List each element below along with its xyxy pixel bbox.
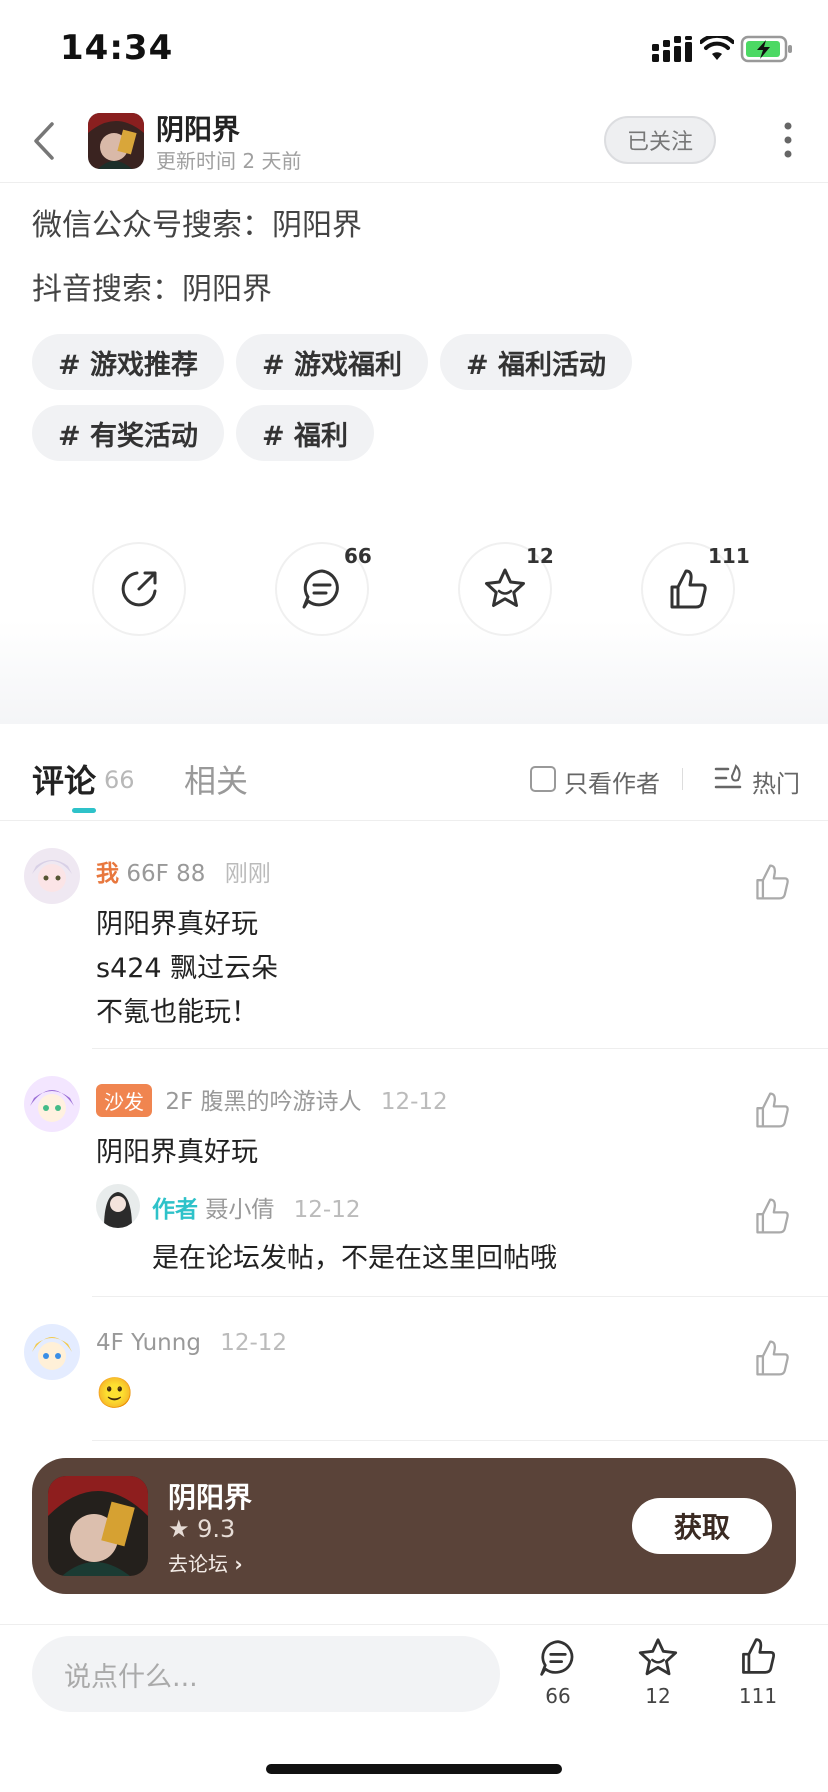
share-icon: [121, 571, 157, 607]
tag-prize-events[interactable]: # 有奖活动: [32, 405, 225, 461]
comment-emoji: 🙂: [96, 1376, 134, 1411]
sort-divider: [682, 768, 683, 790]
author-badge: 作者: [152, 1197, 198, 1223]
comment-text-line: 阴阳界真好玩: [96, 1137, 258, 1168]
tag-game-recommend[interactable]: # 游戏推荐: [32, 334, 225, 390]
status-time: 14:34: [60, 28, 174, 68]
avatar[interactable]: [96, 1184, 140, 1228]
get-app-button[interactable]: 获取: [632, 1498, 772, 1554]
author-only-checkbox[interactable]: [530, 766, 556, 792]
comment-time: 12-12: [380, 1089, 448, 1115]
avatar[interactable]: [24, 1076, 80, 1132]
rating-value: 9.3: [197, 1515, 236, 1543]
comment-text-line: 阴阳界真好玩: [96, 909, 258, 940]
post-line-douyin: 抖音搜索：阴阳界: [32, 272, 272, 307]
reply-like-icon[interactable]: [752, 1196, 792, 1236]
comment-meta: 沙发 2F 腹黑的吟游诗人 12-12: [96, 1082, 448, 1117]
floor-user[interactable]: 4F Yunng: [96, 1330, 201, 1356]
tag-benefit-events[interactable]: # 福利活动: [440, 334, 633, 390]
bottom-favorite-count: 12: [645, 1684, 671, 1708]
star-icon[interactable]: [636, 1636, 680, 1680]
post-line-wechat: 微信公众号搜索：阴阳界: [32, 208, 362, 243]
comment-meta: 4F Yunng 12-12: [96, 1330, 287, 1356]
reply-time: 12-12: [293, 1197, 361, 1223]
thumbs-up-icon[interactable]: [738, 1636, 778, 1676]
update-time: 更新时间 2 天前: [156, 149, 302, 173]
comment-divider: [92, 1048, 828, 1049]
comment-icon: [302, 569, 339, 609]
floor-user[interactable]: 66F 88: [126, 861, 205, 887]
comment-time: 12-12: [220, 1330, 288, 1356]
comment-like-icon[interactable]: [752, 862, 792, 902]
author-only-label[interactable]: 只看作者: [564, 764, 660, 799]
home-indicator[interactable]: [266, 1764, 562, 1774]
tab-comments-count: 66: [104, 766, 135, 794]
reply-user[interactable]: 聂小倩: [205, 1197, 274, 1223]
tag-game-benefits[interactable]: # 游戏福利: [236, 334, 429, 390]
bottom-like-count: 111: [738, 1684, 778, 1708]
me-badge: 我: [96, 861, 119, 887]
comment-input[interactable]: 说点什么...: [32, 1636, 500, 1712]
tab-comments[interactable]: 评论: [32, 756, 96, 802]
comment-like-icon[interactable]: [752, 1338, 792, 1378]
more-vertical-icon[interactable]: [780, 122, 796, 158]
favorite-count: 12: [526, 544, 554, 568]
bottom-comment-count: 66: [545, 1684, 571, 1708]
share-button[interactable]: [92, 542, 186, 636]
back-arrow-icon[interactable]: [30, 118, 60, 164]
sofa-badge: 沙发: [96, 1084, 152, 1117]
comment-icon[interactable]: [538, 1638, 578, 1678]
like-count: 111: [708, 544, 750, 568]
wifi-icon: [700, 36, 734, 60]
avatar[interactable]: [24, 1324, 80, 1380]
comment-count: 66: [344, 544, 372, 568]
star-icon: [485, 568, 525, 607]
comment-text-line: 不氪也能玩！: [96, 997, 258, 1028]
game-avatar[interactable]: [88, 113, 144, 169]
floor-user[interactable]: 2F 腹黑的吟游诗人: [165, 1089, 361, 1115]
app-rating: ★ 9.3: [168, 1515, 235, 1543]
tabs-divider: [0, 820, 828, 821]
chevron-right-icon: ›: [234, 1552, 243, 1576]
app-icon[interactable]: [48, 1476, 148, 1576]
section-separator: [0, 620, 828, 724]
rating-star-icon: ★: [168, 1515, 190, 1543]
comment-meta: 我 66F 88 刚刚: [96, 854, 271, 888]
reply-meta: 作者 聂小倩 12-12: [152, 1190, 360, 1224]
go-to-forum-link[interactable]: 去论坛 ›: [168, 1548, 243, 1577]
comment-time: 刚刚: [224, 861, 271, 887]
tab-related[interactable]: 相关: [184, 756, 248, 802]
battery-charging-icon: [740, 35, 792, 63]
signal-icon: [652, 36, 692, 62]
comment-divider: [92, 1440, 828, 1441]
sort-hot-label[interactable]: 热门: [752, 764, 800, 799]
sort-hot-icon[interactable]: [714, 764, 744, 792]
header-divider: [0, 182, 828, 183]
app-name: 阴阳界: [168, 1481, 253, 1514]
following-button[interactable]: 已关注: [604, 116, 716, 164]
avatar[interactable]: [24, 848, 80, 904]
comment-like-icon[interactable]: [752, 1090, 792, 1130]
tab-active-indicator: [72, 808, 96, 813]
reply-text: 是在论坛发帖，不是在这里回帖哦: [152, 1243, 557, 1274]
tag-benefits[interactable]: # 福利: [236, 405, 375, 461]
forum-link-label[interactable]: 去论坛: [168, 1552, 228, 1576]
thumbs-up-icon: [670, 569, 707, 609]
comment-text-line: s424 飘过云朵: [96, 953, 279, 984]
comment-divider: [92, 1296, 828, 1297]
header-title: 阴阳界: [156, 113, 241, 146]
